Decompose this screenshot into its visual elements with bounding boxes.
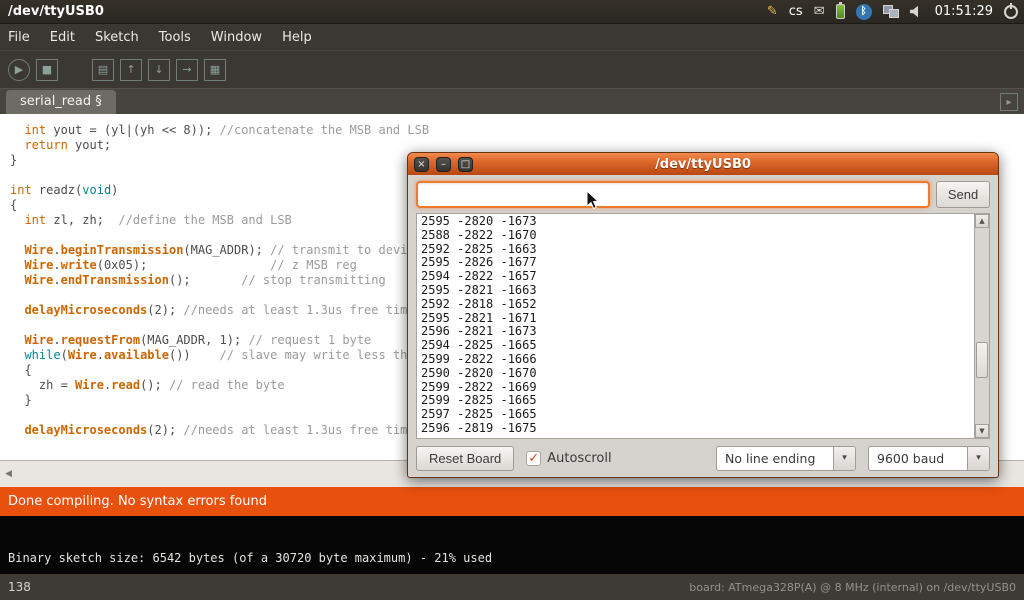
mail-icon[interactable]: ✉ [814, 5, 825, 18]
serial-input-field[interactable] [416, 181, 930, 208]
scrollbar-thumb[interactable] [976, 342, 988, 378]
save-button[interactable]: ↓ [148, 59, 170, 81]
tab-serial-read[interactable]: serial_read § [6, 90, 116, 114]
open-button[interactable]: ↑ [120, 59, 142, 81]
serial-output-area[interactable]: 2595 -2820 -16732588 -2822 -16702592 -28… [416, 213, 990, 439]
note-icon[interactable]: ✎ [767, 5, 778, 18]
serial-line: 2595 -2821 -1663 [421, 284, 973, 298]
serial-line: 2594 -2825 -1665 [421, 339, 973, 353]
stop-icon: ■ [42, 64, 52, 75]
battery-icon[interactable] [836, 4, 845, 19]
chevron-down-icon[interactable]: ▾ [967, 447, 989, 470]
system-tray: ✎ cs ✉ ᛒ 01:51:29 [767, 4, 1024, 20]
menu-window[interactable]: Window [211, 30, 262, 45]
verify-button[interactable]: ▶ [8, 59, 30, 81]
console-output: Binary sketch size: 6542 bytes (of a 307… [0, 516, 1024, 574]
serial-line: 2599 -2822 -1669 [421, 381, 973, 395]
checkmark-icon: ✓ [527, 452, 540, 465]
serial-monitor-button[interactable]: ▦ [204, 59, 226, 81]
serial-vscrollbar[interactable]: ▲ ▼ [974, 214, 989, 438]
menu-help[interactable]: Help [282, 30, 312, 45]
baud-rate-dropdown[interactable]: 9600 baud ▾ [868, 446, 990, 471]
baud-rate-value: 9600 baud [869, 447, 967, 470]
serial-line: 2599 -2822 -1666 [421, 353, 973, 367]
stop-button[interactable]: ■ [36, 59, 58, 81]
code-line: return yout; [10, 138, 1024, 153]
console-text: Binary sketch size: 6542 bytes (of a 307… [8, 551, 492, 565]
status-message: Done compiling. No syntax errors found [8, 494, 267, 509]
panel-window-title: /dev/ttyUSB0 [0, 4, 104, 19]
menu-tools[interactable]: Tools [159, 30, 191, 45]
serial-output-lines: 2595 -2820 -16732588 -2822 -16702592 -28… [421, 215, 973, 438]
serial-line: 2597 -2825 -1665 [421, 408, 973, 422]
serial-line: 2592 -2818 -1652 [421, 298, 973, 312]
new-sketch-icon: ▤ [98, 64, 108, 75]
serial-monitor-title: /dev/ttyUSB0 [408, 157, 998, 172]
clock[interactable]: 01:51:29 [935, 4, 993, 19]
serial-line: 2596 -2819 -1675 [421, 422, 973, 436]
serial-monitor-icon: ▦ [210, 64, 220, 75]
autoscroll-label: Autoscroll [547, 451, 611, 466]
serial-line: 2592 -2825 -1663 [421, 243, 973, 257]
line-number-indicator: 138 [0, 580, 31, 594]
footer-status-bar: 138 board: ATmega328P(A) @ 8 MHz (intern… [0, 574, 1024, 600]
line-ending-value: No line ending [717, 447, 833, 470]
upload-icon: → [182, 64, 191, 75]
serial-monitor-window: /dev/ttyUSB0 ×–□ Send 2595 -2820 -167325… [407, 152, 999, 478]
menu-file[interactable]: File [8, 30, 30, 45]
minimize-button[interactable]: – [436, 157, 451, 172]
serial-line: 2595 -2826 -1677 [421, 256, 973, 270]
scroll-up-icon[interactable]: ▲ [975, 214, 989, 228]
menu-sketch[interactable]: Sketch [95, 30, 139, 45]
scroll-left-icon[interactable]: ◀ [0, 469, 12, 479]
open-icon: ↑ [126, 64, 135, 75]
menubar: File Edit Sketch Tools Window Help [0, 24, 1024, 50]
chevron-down-icon[interactable]: ▾ [833, 447, 855, 470]
code-line: int yout = (yl|(yh << 8)); //concatenate… [10, 123, 1024, 138]
scroll-down-icon[interactable]: ▼ [975, 424, 989, 438]
serial-input-row: Send [416, 181, 990, 208]
menu-edit[interactable]: Edit [50, 30, 75, 45]
verify-icon: ▶ [15, 64, 23, 75]
upload-button[interactable]: → [176, 59, 198, 81]
status-bar: Done compiling. No syntax errors found [0, 487, 1024, 516]
session-power-icon[interactable] [1004, 5, 1018, 19]
serial-bottom-row: Reset Board ✓ Autoscroll No line ending … [416, 445, 990, 471]
reset-board-button[interactable]: Reset Board [416, 446, 514, 471]
send-button[interactable]: Send [936, 181, 990, 208]
network-icon[interactable] [883, 5, 899, 18]
serial-line: 2599 -2825 -1665 [421, 394, 973, 408]
toolbar: ▶ ■ ▤ ↑ ↓ → ▦ [0, 50, 1024, 88]
serial-line: 2595 -2820 -1673 [421, 215, 973, 229]
serial-line: 2594 -2822 -1657 [421, 270, 973, 284]
desktop: /dev/ttyUSB0 ✎ cs ✉ ᛒ 01:51:29 File Edit Sketc… [0, 0, 1024, 600]
bluetooth-icon[interactable]: ᛒ [856, 4, 872, 20]
serial-line: 2588 -2822 -1670 [421, 229, 973, 243]
maximize-button[interactable]: □ [458, 157, 473, 172]
tab-bar: serial_read § ▸ [0, 88, 1024, 114]
keyboard-layout-indicator[interactable]: cs [789, 5, 803, 18]
autoscroll-checkbox[interactable]: ✓ [526, 451, 541, 466]
new-sketch-button[interactable]: ▤ [92, 59, 114, 81]
serial-line: 2595 -2821 -1671 [421, 312, 973, 326]
serial-monitor-titlebar[interactable]: /dev/ttyUSB0 ×–□ [408, 153, 998, 175]
tab-menu-button[interactable]: ▸ [1000, 93, 1018, 111]
serial-line: 2596 -2821 -1673 [421, 325, 973, 339]
board-info: board: ATmega328P(A) @ 8 MHz (internal) … [689, 581, 1024, 594]
close-button[interactable]: × [414, 157, 429, 172]
line-ending-dropdown[interactable]: No line ending ▾ [716, 446, 856, 471]
serial-line: 2590 -2820 -1670 [421, 367, 973, 381]
save-icon: ↓ [154, 64, 163, 75]
window-buttons: ×–□ [408, 157, 473, 172]
volume-icon[interactable] [910, 6, 924, 18]
tab-menu-icon: ▸ [1006, 97, 1011, 108]
top-panel: /dev/ttyUSB0 ✎ cs ✉ ᛒ 01:51:29 [0, 0, 1024, 24]
